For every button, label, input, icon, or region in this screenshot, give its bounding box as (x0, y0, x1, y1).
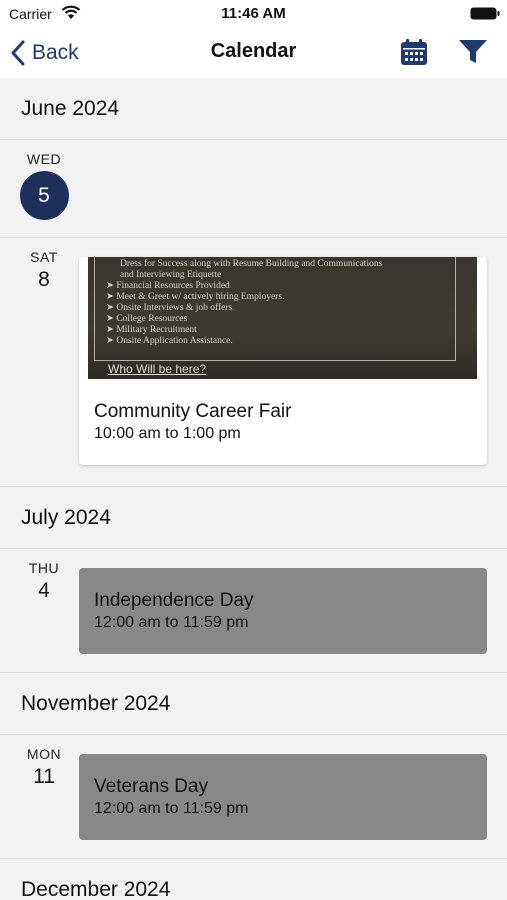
today-indicator: 5 (19, 171, 69, 220)
flyer-line: ➤ Military Recruitment (106, 325, 197, 335)
flyer-line: ➤ Onsite Application Assistance. (106, 336, 233, 346)
month-header: June 2024 (0, 78, 507, 140)
flyer-line-text: Military Recruitment (116, 325, 197, 335)
day-number: 11 (33, 765, 55, 788)
day-of-week: WED (26, 151, 62, 167)
status-bar: Carrier 11:46 AM (0, 0, 507, 28)
nav-bar: Back Calendar (0, 28, 507, 78)
day-number: 4 (38, 579, 50, 602)
flyer-line: ➤ Onsite Interviews & job offers. (106, 303, 235, 313)
event-title: Veterans Day (94, 776, 209, 797)
event-time: 12:00 am to 11:59 pm (94, 800, 249, 817)
event-card-veterans-day[interactable]: Veterans Day 12:00 am to 11:59 pm (79, 754, 487, 840)
event-flyer-image: Dress for Success along with Resume Buil… (88, 257, 477, 379)
day-row: SAT 8 Dress for Success along with Resum… (0, 238, 507, 487)
page-title: Calendar (210, 40, 297, 62)
day-number: 8 (38, 268, 50, 291)
day-label: WED 5 (15, 151, 73, 220)
flyer-line-text: Onsite Interviews & job offers. (116, 303, 235, 313)
day-label: MON 11 (15, 746, 73, 789)
flyer-line: and Interviewing Etiquette (120, 270, 222, 280)
status-time: 11:46 AM (221, 5, 286, 22)
day-label: THU 4 (15, 560, 73, 603)
flyer-line-text: Financial Resources Provided (116, 281, 230, 291)
flyer-line: ➤ Financial Resources Provided (106, 281, 230, 291)
day-of-week: MON (26, 746, 62, 762)
event-time: 10:00 am to 1:00 pm (94, 425, 241, 442)
day-label: SAT 8 (15, 249, 73, 292)
flyer-line-text: College Resources (116, 314, 188, 324)
calendar-icon[interactable] (400, 38, 428, 66)
day-row: THU 4 Independence Day 12:00 am to 11:59… (0, 549, 507, 673)
event-title: Independence Day (94, 590, 254, 611)
flyer-line-text: Onsite Application Assistance. (116, 336, 233, 346)
flyer-line: Dress for Success along with Resume Buil… (120, 259, 383, 269)
day-of-week: THU (28, 560, 60, 576)
day-of-week: SAT (30, 249, 58, 265)
flyer-line: ➤ Meet & Greet w/ actively hiring Employ… (106, 292, 285, 302)
day-row: MON 11 Veterans Day 12:00 am to 11:59 pm (0, 735, 507, 859)
flyer-text: Dress for Success along with Resume Buil… (106, 259, 382, 347)
event-card-independence-day[interactable]: Independence Day 12:00 am to 11:59 pm (79, 568, 487, 654)
event-time: 12:00 am to 11:59 pm (94, 614, 249, 631)
flyer-line-text: Meet & Greet w/ actively hiring Employer… (116, 292, 285, 302)
flyer-footer: Who Will be here? (108, 362, 207, 376)
filter-icon[interactable] (458, 39, 488, 65)
month-header: December 2024 (0, 859, 507, 900)
event-title: Community Career Fair (94, 401, 292, 422)
event-card-career-fair[interactable]: Dress for Success along with Resume Buil… (79, 257, 487, 465)
month-header: July 2024 (0, 487, 507, 549)
flyer-line: ➤ College Resources (106, 314, 188, 324)
calendar-list: June 2024 WED 5 SAT 8 Dress for Success … (0, 78, 507, 900)
month-header: November 2024 (0, 673, 507, 735)
day-row: WED 5 (0, 140, 507, 238)
battery-icon (470, 7, 500, 20)
